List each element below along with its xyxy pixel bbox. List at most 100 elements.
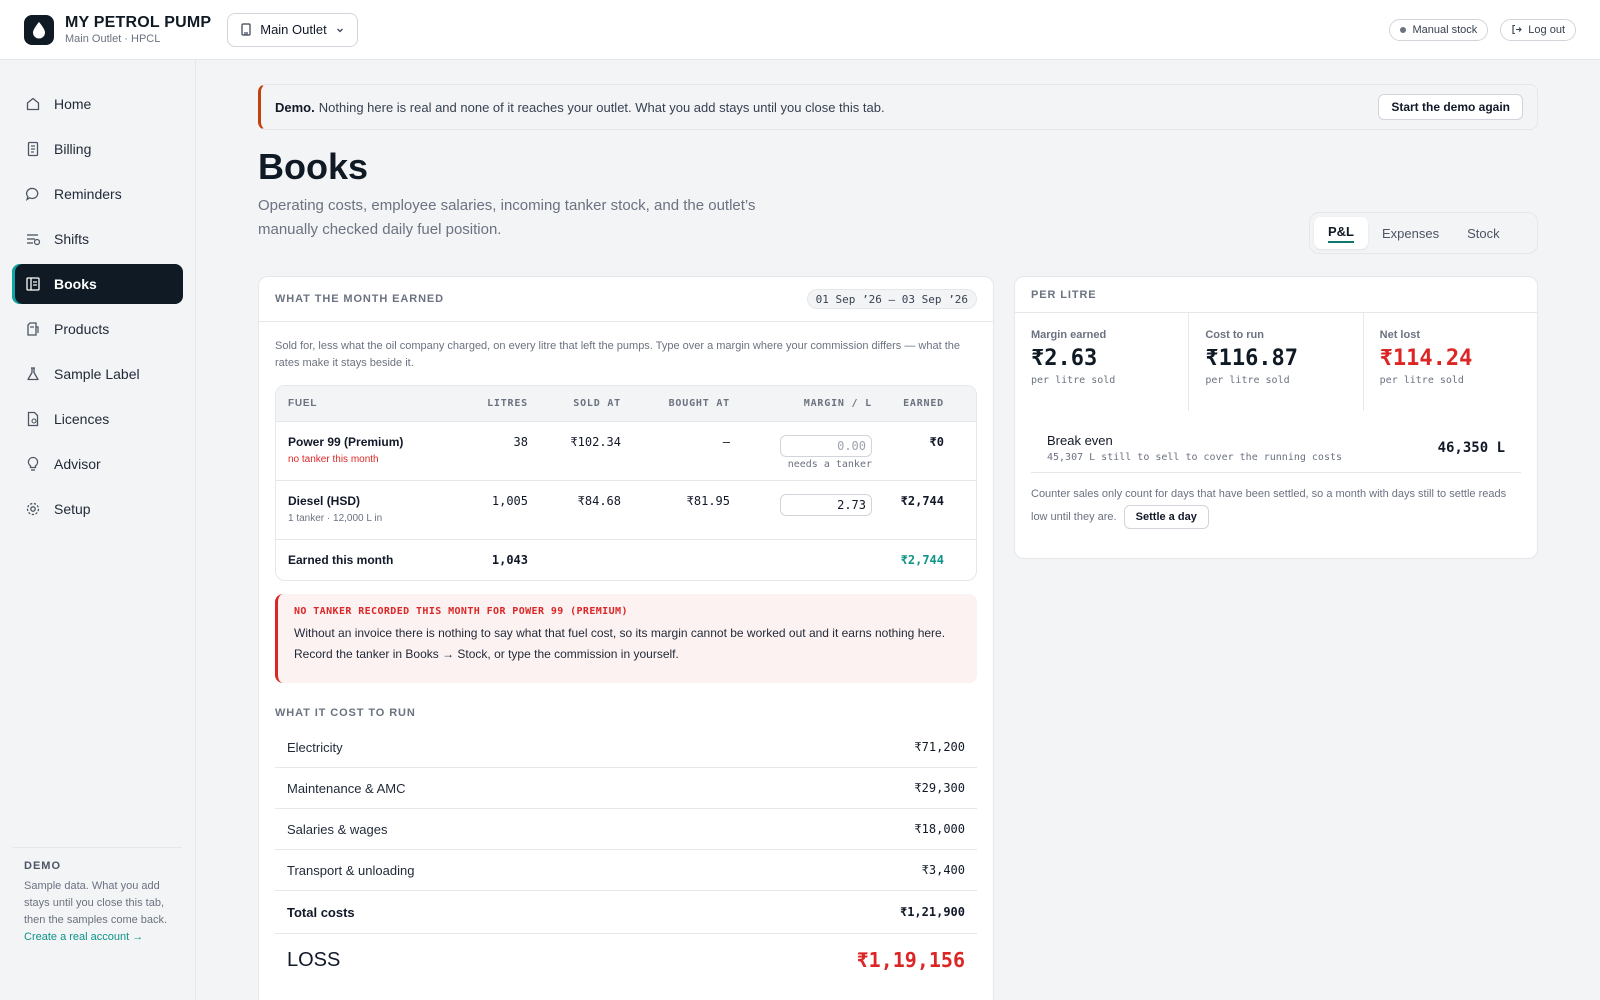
- outlet-selector[interactable]: Main Outlet: [227, 12, 358, 47]
- costs-title: WHAT IT COST TO RUN: [275, 707, 416, 719]
- chat-bubble-icon: [25, 186, 41, 202]
- margin-hint: needs a tanker: [787, 459, 872, 470]
- tab-pnl[interactable]: P&L: [1314, 217, 1368, 249]
- sidebar-item-label: Books: [54, 276, 97, 292]
- logout-icon: [1511, 24, 1523, 35]
- stat-label: Margin earned: [1031, 329, 1107, 341]
- column-header: FUEL: [288, 398, 318, 409]
- column-header: SOLD AT: [573, 398, 621, 409]
- earned-note: Sold for, less what the oil company char…: [275, 340, 960, 369]
- create-account-link[interactable]: Create a real account →: [24, 931, 170, 943]
- outlet-selector-label: Main Outlet: [260, 22, 327, 37]
- earned-cell: ₹2,744: [900, 494, 944, 508]
- sidebar-item-label: Shifts: [54, 231, 90, 247]
- break-even-row: Break even 45,307 L still to sell to cov…: [1031, 423, 1521, 473]
- sidebar: Home Billing Reminders Shifts Books Prod…: [0, 60, 196, 1000]
- sidebar-nav: Home Billing Reminders Shifts Books Prod…: [0, 60, 195, 529]
- manual-stock-badge[interactable]: Manual stock: [1389, 18, 1489, 41]
- loss-value: ₹1,19,156: [856, 948, 965, 972]
- document-icon: [25, 411, 41, 427]
- receipt-icon: [25, 141, 41, 157]
- banner-text: Nothing here is real and none of it reac…: [318, 99, 885, 115]
- sidebar-item-reminders[interactable]: Reminders: [12, 174, 183, 214]
- stat-value: ₹114.24: [1379, 346, 1473, 371]
- alert-title: NO TANKER RECORDED THIS MONTH FOR POWER …: [294, 606, 628, 617]
- total-litres: 1,043: [491, 553, 528, 567]
- break-even-sub: 45,307 L still to sell to cover the runn…: [1047, 451, 1343, 463]
- fuel-status: 1 tanker · 12,000 L in: [288, 513, 383, 524]
- list-item: Maintenance & AMC ₹29,300: [275, 768, 977, 809]
- cost-label: Transport & unloading: [287, 862, 415, 878]
- per-litre-card: PER LITRE Margin earned ₹2.63 per litre …: [1014, 276, 1538, 559]
- table-header-row: FUEL LITRES SOLD AT BOUGHT AT MARGIN / L…: [276, 386, 976, 421]
- total-costs-label: Total costs: [287, 904, 355, 920]
- stat-sub: per litre sold: [1031, 375, 1116, 386]
- fuel-name: Power 99 (Premium): [288, 435, 404, 449]
- tab-expenses[interactable]: Expenses: [1368, 217, 1453, 249]
- stat-label: Cost to run: [1205, 329, 1264, 341]
- column-header: BOUGHT AT: [668, 398, 730, 409]
- fuel-cell: Diesel (HSD) 1 tanker · 12,000 L in: [276, 494, 452, 524]
- sidebar-item-shifts[interactable]: Shifts: [12, 219, 183, 259]
- cost-value: ₹18,000: [914, 822, 965, 836]
- chevron-down-icon: [335, 25, 345, 35]
- month-earned-card: WHAT THE MONTH EARNED 01 Sep ’26 – 03 Se…: [258, 276, 994, 1000]
- stat-value: ₹116.87: [1205, 346, 1299, 371]
- sidebar-item-label: Products: [54, 321, 110, 337]
- app-subtitle: Main Outlet · HPCL: [65, 33, 161, 45]
- sidebar-item-label: Billing: [54, 141, 92, 157]
- sidebar-item-books[interactable]: Books: [12, 264, 183, 304]
- logout-button[interactable]: Log out: [1500, 18, 1576, 41]
- loss-label: LOSS: [287, 948, 341, 971]
- card-header: PER LITRE: [1015, 277, 1537, 313]
- settle-day-button[interactable]: Settle a day: [1123, 505, 1209, 529]
- sidebar-item-label: Advisor: [54, 456, 101, 472]
- fuel-cell: Power 99 (Premium) no tanker this month: [276, 435, 452, 465]
- card-title: WHAT THE MONTH EARNED: [275, 293, 445, 305]
- fuel-drop-logo-icon[interactable]: [24, 14, 54, 45]
- margin-input[interactable]: 2.73: [780, 494, 872, 516]
- earned-cell: ₹0: [929, 435, 944, 449]
- sidebar-item-products[interactable]: Products: [12, 309, 183, 349]
- page-description: Operating costs, employee salaries, inco…: [258, 197, 756, 238]
- settlement-footnote: Counter sales only count for days that h…: [1031, 483, 1521, 529]
- cost-label: Salaries & wages: [287, 821, 388, 837]
- total-label: Earned this month: [288, 553, 394, 567]
- column-header: EARNED: [903, 398, 944, 409]
- gear-icon: [25, 501, 41, 517]
- restart-demo-button[interactable]: Start the demo again: [1378, 94, 1523, 120]
- top-actions: Manual stock Log out: [1389, 18, 1576, 41]
- stat-margin-earned: Margin earned ₹2.63 per litre sold: [1015, 313, 1190, 411]
- margin-input[interactable]: 0.00: [780, 435, 872, 457]
- list-item: Transport & unloading ₹3,400: [275, 850, 977, 891]
- sidebar-item-advisor[interactable]: Advisor: [12, 444, 183, 484]
- building-icon: [240, 23, 252, 36]
- sidebar-item-billing[interactable]: Billing: [12, 129, 183, 169]
- tab-label: P&L: [1328, 224, 1354, 243]
- manual-stock-label: Manual stock: [1412, 23, 1478, 36]
- fuel-status: no tanker this month: [288, 454, 379, 465]
- break-even-label: Break even: [1047, 432, 1113, 448]
- lightbulb-icon: [25, 456, 41, 472]
- sidebar-item-licences[interactable]: Licences: [12, 399, 183, 439]
- demo-info: DEMO Sample data. What you add stays unt…: [12, 847, 182, 943]
- main-content: Demo. Nothing here is real and none of i…: [196, 60, 1600, 1000]
- sidebar-item-setup[interactable]: Setup: [12, 489, 183, 529]
- cost-value: ₹29,300: [914, 781, 965, 795]
- tab-stock[interactable]: Stock: [1453, 217, 1514, 249]
- stat-cost-to-run: Cost to run ₹116.87 per litre sold: [1189, 313, 1364, 411]
- cost-label: Electricity: [287, 739, 343, 755]
- sidebar-item-sample-label[interactable]: Sample Label: [12, 354, 183, 394]
- litres-cell: 38: [513, 435, 528, 449]
- date-range-chip[interactable]: 01 Sep ’26 – 03 Sep ’26: [806, 289, 977, 309]
- logout-label: Log out: [1528, 23, 1565, 36]
- margin-cell: 2.73: [730, 494, 872, 516]
- table-row: Diesel (HSD) 1 tanker · 12,000 L in 1,00…: [276, 480, 976, 539]
- demo-banner: Demo. Nothing here is real and none of i…: [258, 84, 1538, 130]
- books-tabs: P&L Expenses Stock: [1309, 212, 1538, 254]
- total-earned: ₹2,744: [900, 553, 944, 567]
- alert-text: Without an invoice there is nothing to s…: [294, 626, 946, 661]
- sidebar-item-home[interactable]: Home: [12, 84, 183, 124]
- list-item: Electricity ₹71,200: [275, 727, 977, 768]
- sidebar-item-label: Home: [54, 96, 92, 112]
